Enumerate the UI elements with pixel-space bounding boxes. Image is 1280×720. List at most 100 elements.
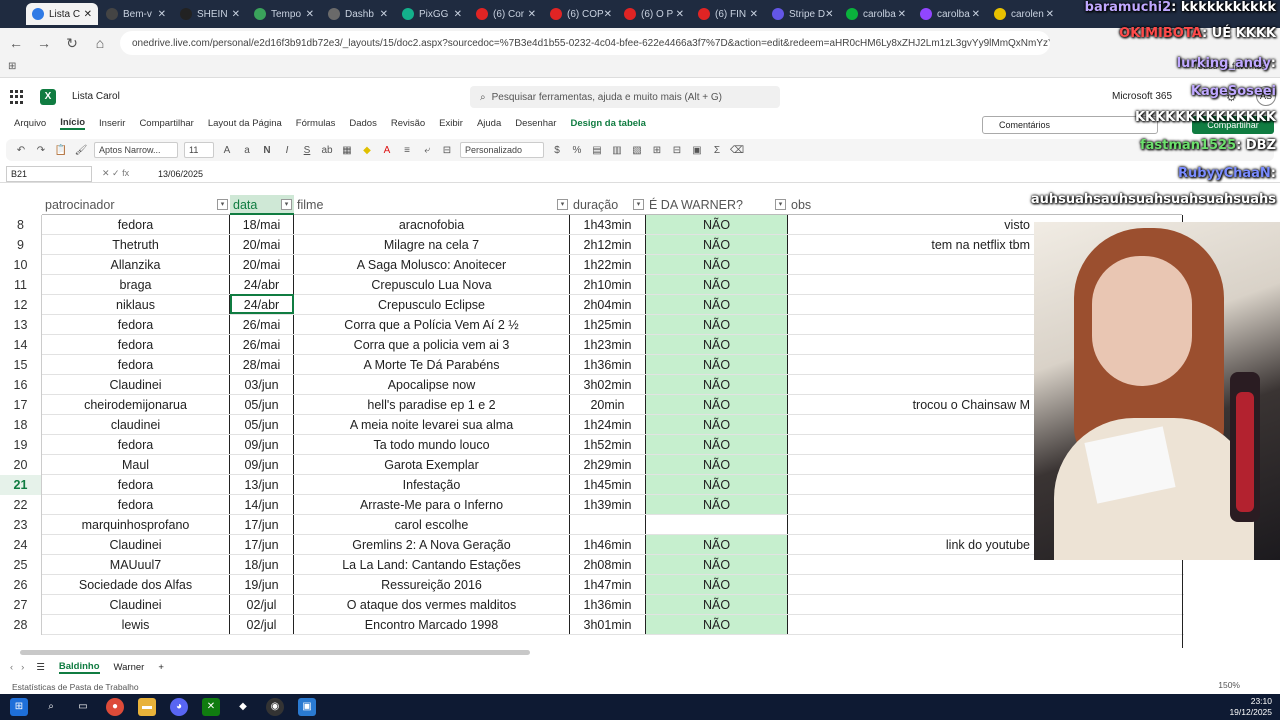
cell-patrocinador[interactable]: lewis [42, 615, 230, 635]
cell-patrocinador[interactable]: fedora [42, 215, 230, 235]
app-window-icon[interactable]: ▣ [298, 698, 316, 716]
browser-tab[interactable]: (6) Cor ✕ [470, 3, 542, 25]
cell-data[interactable]: 13/jun [230, 475, 294, 495]
conditional-format-icon[interactable]: ▤ [590, 145, 604, 156]
cell-duracao[interactable]: 1h47min [570, 575, 646, 595]
delete-cells-icon[interactable]: ⊟ [670, 145, 684, 156]
cell-patrocinador[interactable]: Maul [42, 455, 230, 475]
name-box[interactable]: B21 [6, 165, 92, 182]
cell-warner[interactable]: NÃO [646, 415, 788, 435]
cell-obs[interactable]: tem na netflix tbm [788, 235, 1038, 255]
currency-icon[interactable]: $ [550, 145, 564, 156]
close-tab-icon[interactable]: ✕ [750, 9, 758, 20]
cell-warner[interactable]: NÃO [646, 215, 788, 235]
search-icon[interactable]: ⌕ [42, 698, 60, 716]
cell-patrocinador[interactable]: braga [42, 275, 230, 295]
cell-warner[interactable]: NÃO [646, 235, 788, 255]
browser-tab[interactable]: Tempo ✕ [248, 3, 320, 25]
row-number[interactable]: 8 [0, 215, 42, 235]
cell-obs[interactable]: trocou o Chainsaw M [788, 395, 1038, 415]
close-tab-icon[interactable]: ✕ [676, 9, 684, 20]
cell-data[interactable]: 20/mai [230, 255, 294, 275]
cell-obs[interactable] [788, 435, 1038, 455]
cell-data[interactable]: 28/mai [230, 355, 294, 375]
cell-filme[interactable]: A meia noite levarei sua alma [294, 415, 570, 435]
column-header[interactable]: patrocinador ▾ [42, 195, 230, 215]
cell-obs[interactable] [788, 515, 1038, 535]
cell-filme[interactable]: A Saga Molusco: Anoitecer [294, 255, 570, 275]
font-size-select[interactable]: 11 [184, 142, 214, 158]
close-tab-icon[interactable]: ✕ [528, 9, 536, 20]
ribbon-tab[interactable]: Inserir [99, 118, 125, 129]
cell-patrocinador[interactable]: fedora [42, 495, 230, 515]
cell-duracao[interactable]: 2h12min [570, 235, 646, 255]
row-number[interactable]: 17 [0, 395, 42, 415]
sheet-tab-warner[interactable]: Warner [114, 662, 145, 673]
obs-icon[interactable]: ◉ [266, 698, 284, 716]
italic-icon[interactable]: I [280, 145, 294, 156]
row-number[interactable]: 18 [0, 415, 42, 435]
ribbon-tab[interactable]: Layout da Página [208, 118, 282, 129]
cell-warner[interactable]: NÃO [646, 535, 788, 555]
url-field[interactable]: onedrive.live.com/personal/e2d16f3b91db7… [120, 31, 1050, 55]
cell-warner[interactable]: NÃO [646, 275, 788, 295]
cell-obs[interactable] [788, 315, 1038, 335]
cell-duracao[interactable]: 1h36min [570, 595, 646, 615]
ribbon-tab[interactable]: Arquivo [14, 118, 46, 129]
cell-duracao[interactable]: 1h24min [570, 415, 646, 435]
cell-data[interactable]: 05/jun [230, 415, 294, 435]
app-launcher-icon[interactable] [10, 90, 24, 104]
cell-filme[interactable]: A Morte Te Dá Parabéns [294, 355, 570, 375]
browser-tab[interactable]: (6) FIN ✕ [692, 3, 764, 25]
cell-warner[interactable]: NÃO [646, 335, 788, 355]
cell-duracao[interactable]: 2h29min [570, 455, 646, 475]
ribbon-tab[interactable]: Revisão [391, 118, 425, 129]
cell-obs[interactable] [788, 415, 1038, 435]
column-header[interactable]: É DA WARNER? ▾ [646, 195, 788, 215]
ribbon-tab[interactable]: Ajuda [477, 118, 501, 129]
cell-warner[interactable]: NÃO [646, 355, 788, 375]
cell-duracao[interactable]: 1h46min [570, 535, 646, 555]
cell-patrocinador[interactable]: Claudinei [42, 535, 230, 555]
security-icon[interactable]: ◆ [234, 698, 252, 716]
zoom-level[interactable]: 150% [1218, 680, 1240, 690]
cell-obs[interactable] [788, 375, 1038, 395]
browser-tab[interactable]: carolba ✕ [840, 3, 912, 25]
table-format-icon[interactable]: ▥ [610, 145, 624, 156]
home-icon[interactable]: ⌂ [92, 35, 108, 51]
browser-tab[interactable]: carolba ✕ [914, 3, 986, 25]
cell-filme[interactable]: Apocalipse now [294, 375, 570, 395]
cell-duracao[interactable]: 1h45min [570, 475, 646, 495]
underline-icon[interactable]: S [300, 145, 314, 156]
cell-duracao[interactable]: 1h36min [570, 355, 646, 375]
cell-data[interactable]: 18/mai [230, 215, 294, 235]
browser-tab[interactable]: (6) O P ✕ [618, 3, 690, 25]
horizontal-scrollbar[interactable] [20, 650, 530, 655]
workbook-stats-label[interactable]: Estatísticas de Pasta de Trabalho [12, 682, 139, 692]
cell-data[interactable]: 17/jun [230, 515, 294, 535]
cell-warner[interactable]: NÃO [646, 255, 788, 275]
undo-icon[interactable]: ↶ [14, 145, 28, 156]
cell-obs[interactable] [788, 295, 1038, 315]
ribbon-tab[interactable]: Compartilhar [139, 118, 193, 129]
paste-icon[interactable]: 📋 [54, 145, 68, 156]
cell-data[interactable]: 09/jun [230, 455, 294, 475]
browser-tab[interactable]: Stripe D ✕ [766, 3, 838, 25]
cell-obs[interactable] [788, 355, 1038, 375]
filter-dropdown-icon[interactable]: ▾ [775, 199, 786, 210]
all-sheets-icon[interactable]: ☰ [36, 662, 45, 673]
cell-patrocinador[interactable]: niklaus [42, 295, 230, 315]
cell-filme[interactable]: Corra que a policia vem ai 3 [294, 335, 570, 355]
cell-warner[interactable]: NÃO [646, 495, 788, 515]
browser-tab[interactable]: Lista C ✕ [26, 3, 98, 25]
number-format-select[interactable]: Personalizado [460, 142, 544, 158]
row-number[interactable]: 11 [0, 275, 42, 295]
cell-styles-icon[interactable]: ▧ [630, 145, 644, 156]
close-tab-icon[interactable]: ✕ [972, 9, 980, 20]
browser-tab[interactable]: Dashb ✕ [322, 3, 394, 25]
cell-duracao[interactable]: 1h39min [570, 495, 646, 515]
file-explorer-icon[interactable]: ▬ [138, 698, 156, 716]
add-sheet-icon[interactable]: + [158, 662, 164, 673]
cell-obs[interactable] [788, 495, 1038, 515]
cell-warner[interactable]: NÃO [646, 615, 788, 635]
